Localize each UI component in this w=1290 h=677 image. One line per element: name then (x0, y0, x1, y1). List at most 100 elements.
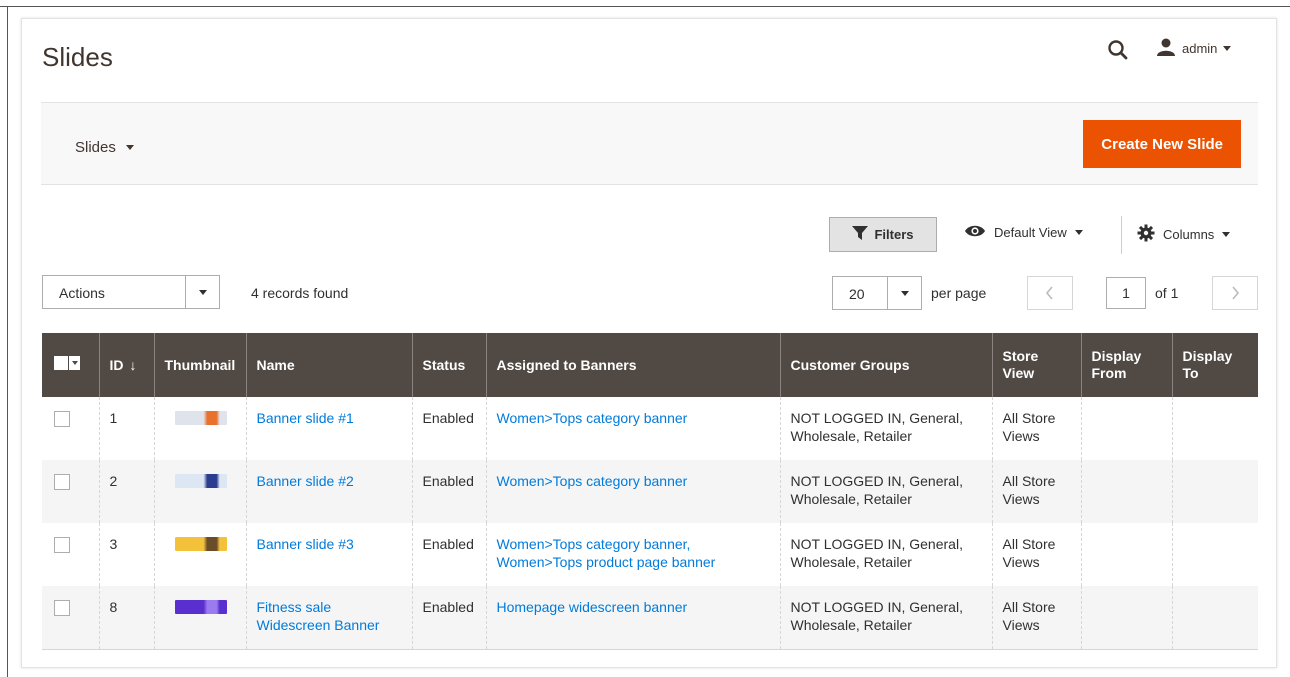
table-row[interactable]: 3 Banner slide #3 Enabled Women>Tops cat… (42, 523, 1258, 586)
row-checkbox[interactable] (54, 474, 70, 490)
cell-thumbnail (154, 397, 247, 460)
search-icon[interactable] (1106, 38, 1130, 62)
cell-thumbnail (154, 586, 247, 650)
cell-name: Banner slide #2 (246, 460, 413, 523)
column-header-display-to[interactable]: Display To (1172, 333, 1258, 397)
cell-customer-groups: NOT LOGGED IN, General, Wholesale, Retai… (780, 460, 993, 523)
user-icon (1156, 38, 1176, 59)
banner-link[interactable]: Women>Tops category banner (497, 473, 688, 489)
cell-store-view: All Store Views (992, 460, 1082, 523)
mass-select-header[interactable] (42, 333, 100, 397)
thumbnail-image[interactable] (174, 474, 227, 488)
cell-store-view: All Store Views (992, 586, 1082, 650)
row-checkbox[interactable] (54, 537, 70, 553)
per-page-label: per page (931, 285, 987, 301)
window-frame-left (7, 6, 8, 677)
cell-id: 2 (99, 460, 155, 523)
user-name: admin (1182, 41, 1218, 56)
slides-switcher[interactable]: Slides (75, 139, 134, 156)
toolbar-divider (1121, 216, 1122, 254)
column-header-name[interactable]: Name (246, 333, 413, 397)
next-page-button[interactable] (1212, 276, 1258, 310)
admin-user-menu[interactable]: admin (1156, 38, 1232, 59)
previous-page-button[interactable] (1027, 276, 1073, 310)
per-page-value: 20 (849, 286, 865, 302)
column-header-display-from[interactable]: Display From (1081, 333, 1173, 397)
thumbnail-image[interactable] (174, 411, 227, 425)
cell-status: Enabled (412, 460, 487, 523)
column-header-customer-groups[interactable]: Customer Groups (780, 333, 993, 397)
mass-select-checkbox[interactable] (54, 356, 80, 370)
thumbnail-image[interactable] (174, 600, 227, 614)
column-header-status[interactable]: Status (412, 333, 487, 397)
page-actions-bar: Slides Create New Slide (41, 102, 1258, 185)
create-new-slide-button[interactable]: Create New Slide (1083, 120, 1241, 168)
cell-status: Enabled (412, 397, 487, 460)
default-view-dropdown[interactable]: Default View (964, 224, 1083, 241)
cell-id: 3 (99, 523, 155, 586)
cell-store-view: All Store Views (992, 397, 1082, 460)
slide-name-link[interactable]: Fitness sale Widescreen Banner (257, 599, 380, 633)
filters-label: Filters (874, 227, 914, 242)
cell-display-to (1172, 586, 1258, 650)
cell-id: 8 (99, 586, 155, 650)
cell-banners: Women>Tops category banner (486, 460, 781, 523)
cell-customer-groups: NOT LOGGED IN, General, Wholesale, Retai… (780, 586, 993, 650)
column-header-store-view[interactable]: Store View (992, 333, 1082, 397)
row-checkbox[interactable] (54, 411, 70, 427)
switcher-label: Slides (75, 139, 116, 156)
banner-link[interactable]: Homepage widescreen banner (497, 599, 688, 615)
table-row[interactable]: 2 Banner slide #2 Enabled Women>Tops cat… (42, 460, 1258, 523)
cell-name: Banner slide #1 (246, 397, 413, 460)
grid-header-row: ID ↓ Thumbnail Name Status Assigned to Ba… (42, 333, 1258, 397)
thumbnail-image[interactable] (174, 537, 227, 551)
columns-dropdown[interactable]: Columns (1137, 224, 1231, 245)
gear-icon (1137, 224, 1155, 245)
cell-banners: Women>Tops category banner (486, 397, 781, 460)
chevron-down-icon (1074, 230, 1083, 235)
cell-name: Fitness sale Widescreen Banner (246, 586, 413, 650)
per-page-select[interactable]: 20 (832, 276, 922, 310)
chevron-down-icon (1222, 232, 1231, 237)
slide-name-link[interactable]: Banner slide #3 (257, 536, 354, 552)
cell-customer-groups: NOT LOGGED IN, General, Wholesale, Retai… (780, 397, 993, 460)
slide-name-link[interactable]: Banner slide #2 (257, 473, 354, 489)
page-number-input[interactable] (1106, 277, 1146, 309)
slide-name-link[interactable]: Banner slide #1 (257, 410, 354, 426)
page-count: of 1 (1155, 285, 1179, 301)
chevron-down-icon (185, 276, 219, 308)
filters-button[interactable]: Filters (829, 217, 937, 252)
chevron-down-icon (125, 145, 134, 150)
slides-grid: ID ↓ Thumbnail Name Status Assigned to Ba… (42, 333, 1258, 650)
view-label: Default View (994, 225, 1067, 240)
window-frame-top (0, 6, 1290, 7)
eye-icon (964, 224, 986, 241)
cell-name: Banner slide #3 (246, 523, 413, 586)
cell-status: Enabled (412, 586, 487, 650)
cell-display-from (1081, 397, 1173, 460)
cell-display-to (1172, 397, 1258, 460)
cell-status: Enabled (412, 523, 487, 586)
cell-thumbnail (154, 460, 247, 523)
cell-display-to (1172, 460, 1258, 523)
cell-display-from (1081, 586, 1173, 650)
banner-link[interactable]: Women>Tops category banner (497, 410, 688, 426)
records-found: 4 records found (251, 285, 349, 301)
page-title: Slides (42, 42, 113, 72)
cell-display-from (1081, 523, 1173, 586)
mass-actions-select[interactable]: Actions (42, 275, 220, 309)
cell-banners: Homepage widescreen banner (486, 586, 781, 650)
column-header-thumbnail[interactable]: Thumbnail (154, 333, 247, 397)
actions-label: Actions (59, 285, 105, 301)
banner-link[interactable]: Women>Tops category banner, Women>Tops p… (497, 536, 716, 570)
column-header-id[interactable]: ID ↓ (99, 333, 155, 397)
cell-store-view: All Store Views (992, 523, 1082, 586)
column-header-assigned-to-banners[interactable]: Assigned to Banners (486, 333, 781, 397)
cell-display-to (1172, 523, 1258, 586)
table-row[interactable]: 8 Fitness sale Widescreen Banner Enabled… (42, 586, 1258, 650)
table-row[interactable]: 1 Banner slide #1 Enabled Women>Tops cat… (42, 397, 1258, 460)
sort-down-icon: ↓ (129, 356, 137, 373)
columns-label: Columns (1163, 227, 1215, 242)
row-checkbox[interactable] (54, 600, 70, 616)
cell-banners: Women>Tops category banner, Women>Tops p… (486, 523, 781, 586)
